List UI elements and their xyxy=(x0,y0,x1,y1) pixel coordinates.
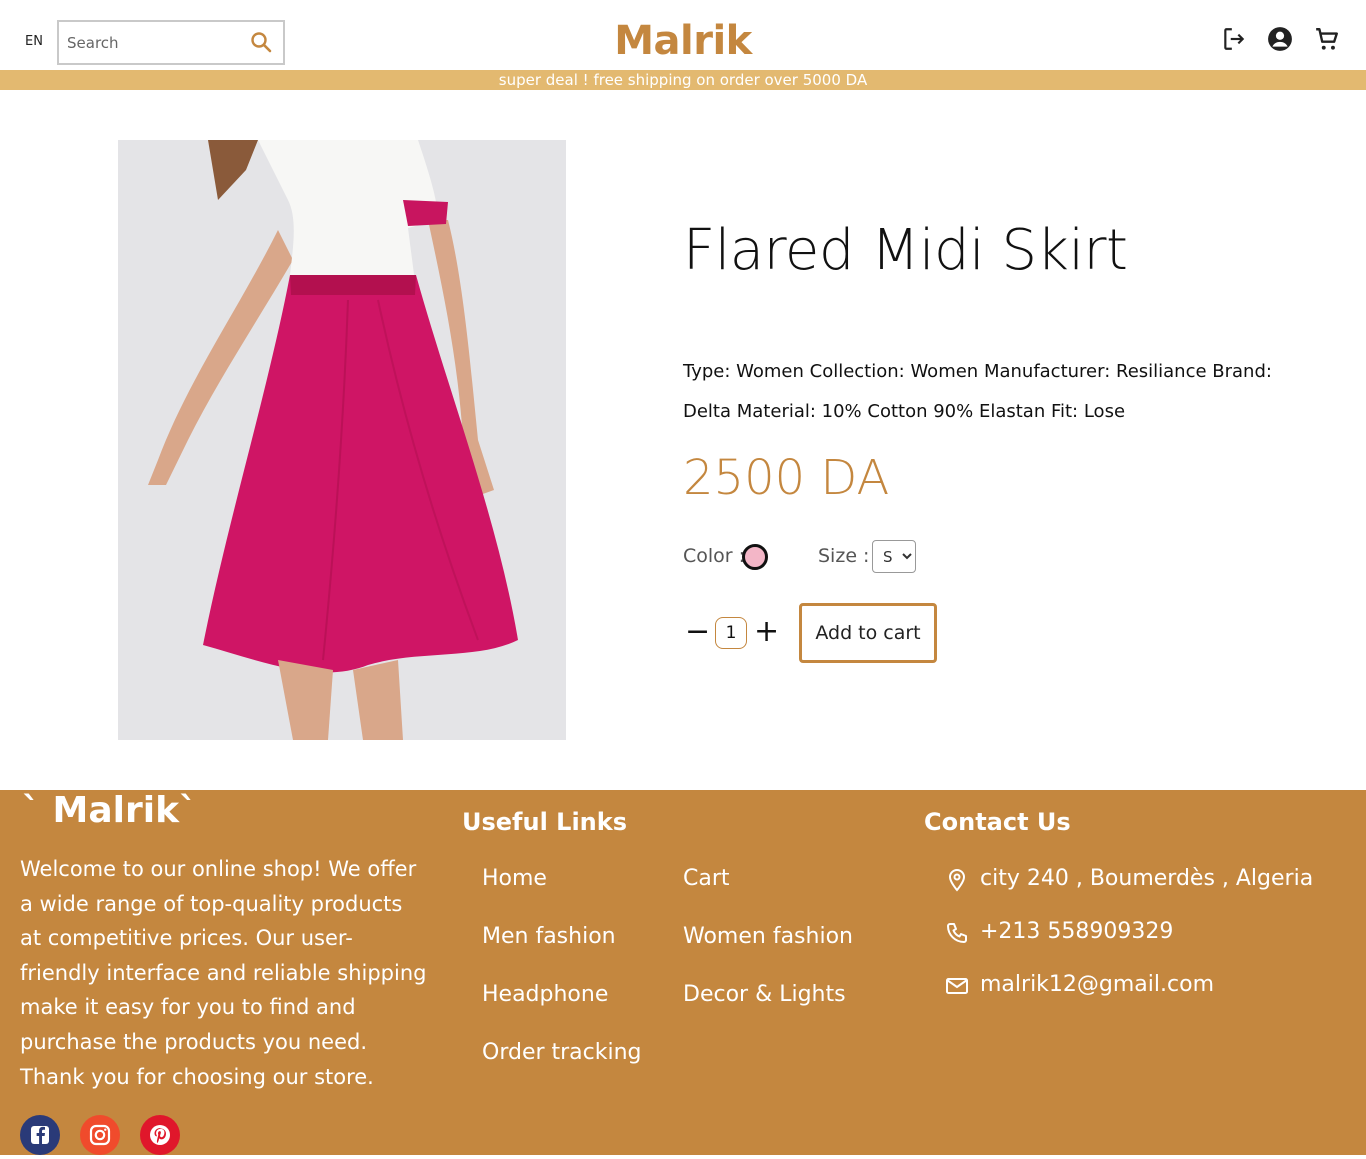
location-pin-icon xyxy=(948,868,966,892)
search-input[interactable] xyxy=(67,32,237,54)
product-price: 2500 DA xyxy=(683,450,890,506)
facebook-icon[interactable] xyxy=(20,1115,60,1155)
phone-text[interactable]: +213 558909329 xyxy=(980,919,1173,944)
footer-link-cart[interactable]: Cart xyxy=(683,866,730,891)
product-title: Flared Midi Skirt xyxy=(683,218,1128,283)
address-text: city 240 , Boumerdès , Algeria xyxy=(980,866,1314,891)
quantity-decrease-button[interactable]: − xyxy=(685,617,710,648)
quantity-increase-button[interactable]: + xyxy=(754,617,779,648)
contact-us-title: Contact Us xyxy=(924,808,1071,836)
useful-links-title: Useful Links xyxy=(462,808,628,836)
footer-link-women-fashion[interactable]: Women fashion xyxy=(683,924,853,949)
site-header: EN Malrik xyxy=(0,0,1366,70)
cart-icon[interactable] xyxy=(1314,26,1340,52)
site-logo[interactable]: Malrik xyxy=(600,15,766,67)
color-swatch[interactable] xyxy=(742,544,768,570)
language-selector[interactable]: EN xyxy=(25,34,43,49)
color-label: Color : xyxy=(683,545,746,567)
footer-link-order-tracking[interactable]: Order tracking xyxy=(482,1040,642,1065)
size-label: Size : xyxy=(818,545,870,567)
footer-logo: ` Malrik` xyxy=(22,790,198,831)
promo-banner: super deal ! free shipping on order over… xyxy=(0,70,1366,90)
search-box xyxy=(57,20,285,65)
footer-link-headphone[interactable]: Headphone xyxy=(482,982,608,1007)
footer-link-decor-lights[interactable]: Decor & Lights xyxy=(683,982,846,1007)
logout-icon[interactable] xyxy=(1221,26,1247,52)
size-select[interactable]: S xyxy=(872,540,916,573)
mail-icon xyxy=(946,978,968,994)
site-footer: ` Malrik` Welcome to our online shop! We… xyxy=(0,790,1366,1155)
search-icon[interactable] xyxy=(249,30,273,54)
footer-link-men-fashion[interactable]: Men fashion xyxy=(482,924,616,949)
instagram-icon[interactable] xyxy=(80,1115,120,1155)
footer-about-text: Welcome to our online shop! We offer a w… xyxy=(20,857,427,1089)
quantity-value: 1 xyxy=(715,617,747,649)
footer-link-home[interactable]: Home xyxy=(482,866,547,891)
pinterest-icon[interactable] xyxy=(140,1115,180,1155)
account-icon[interactable] xyxy=(1267,26,1293,52)
product-description: Type: Women Collection: Women Manufactur… xyxy=(683,361,1272,422)
phone-icon xyxy=(947,923,967,943)
product-image xyxy=(118,140,566,740)
email-text[interactable]: malrik12@gmail.com xyxy=(980,972,1214,997)
add-to-cart-button[interactable]: Add to cart xyxy=(799,603,937,663)
